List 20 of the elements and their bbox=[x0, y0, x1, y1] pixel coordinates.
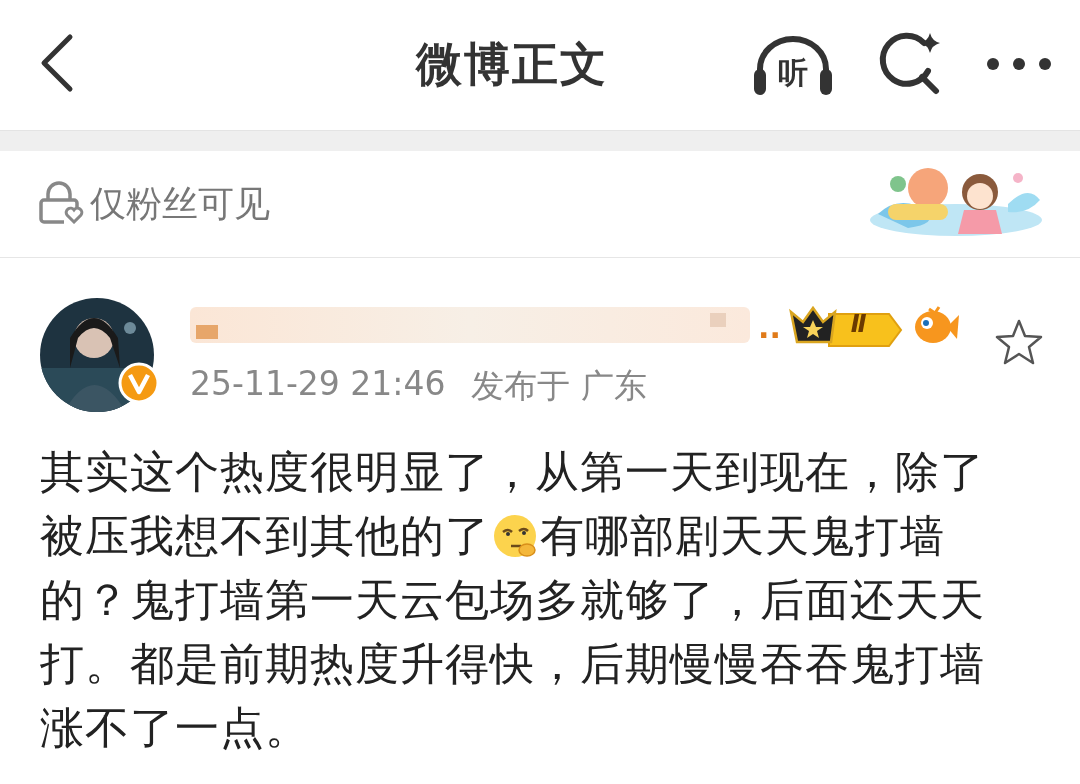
post-text: 其实这个热度很明显了，从第一天到现在，除了 bbox=[40, 445, 985, 499]
fish-icon bbox=[912, 305, 959, 345]
post-location: 发布于 广东 bbox=[471, 365, 647, 407]
username: .. bbox=[758, 309, 781, 345]
level-label: Ⅱ bbox=[850, 310, 867, 338]
post-text: 的？鬼打墙第一天云包场多就够了，后面还天天 bbox=[40, 573, 985, 627]
page-title: 微博正文 bbox=[416, 36, 609, 93]
thinking-face-icon bbox=[491, 512, 539, 560]
post-text: 涨不了一点。 bbox=[40, 701, 310, 755]
post-text: 被压我想不到其他的了 bbox=[40, 509, 490, 563]
star-icon[interactable] bbox=[994, 318, 1044, 366]
post-time: 25-11-29 21:46 bbox=[190, 364, 446, 405]
level-badge-icon bbox=[788, 304, 905, 350]
visibility-label: 仅粉丝可见 bbox=[90, 181, 270, 226]
search-icon[interactable] bbox=[878, 31, 942, 95]
listen-button[interactable]: 听 bbox=[752, 33, 834, 97]
post-text: 有哪部剧天天鬼打墙 bbox=[540, 509, 945, 563]
more-icon[interactable] bbox=[986, 56, 1052, 71]
lock-heart-icon bbox=[38, 180, 84, 224]
post-text: 打。都是前期热度升得快，后期慢慢吞吞鬼打墙 bbox=[40, 637, 985, 691]
